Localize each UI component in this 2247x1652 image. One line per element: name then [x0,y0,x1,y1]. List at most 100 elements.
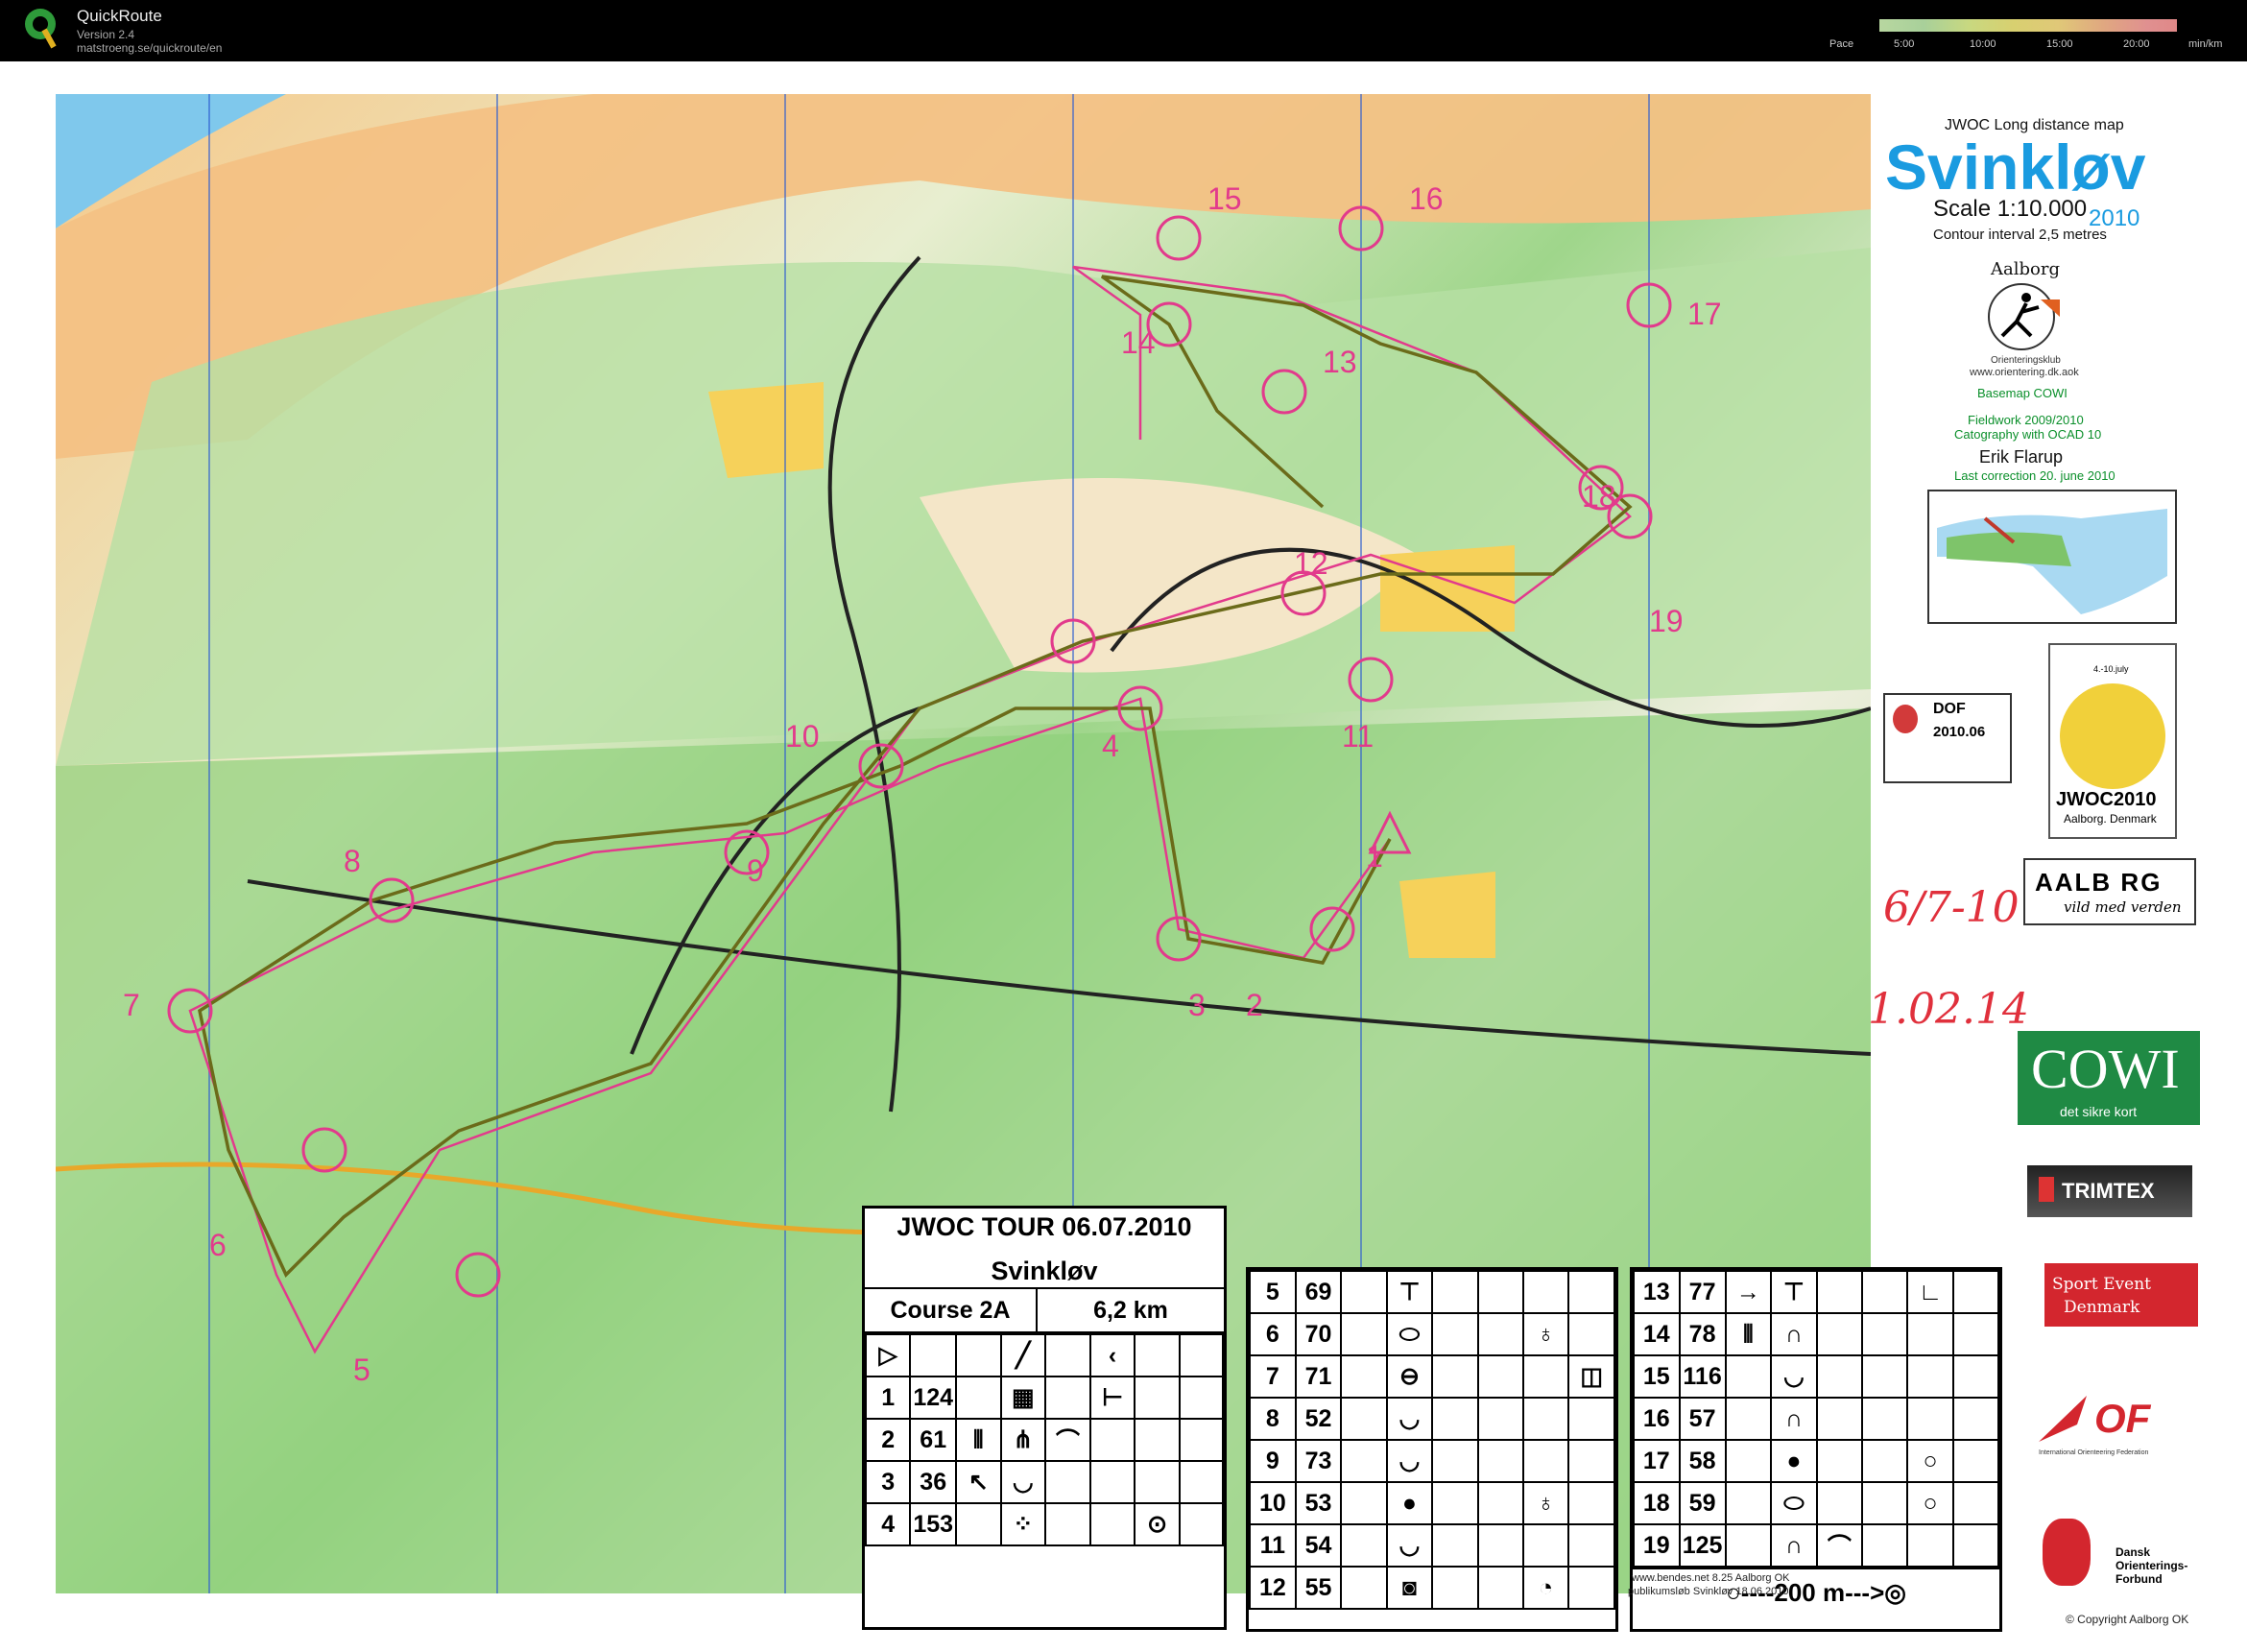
control-seq: 15 [1633,1354,1681,1399]
control-label: 4 [1102,729,1119,763]
iof-swoosh-icon [2039,1396,2087,1442]
course-title-text: JWOC TOUR 06.07.2010 [896,1212,1192,1241]
club-subtitle: Orienteringsklub [1991,355,2061,366]
table-row: 10 53 ● ♁ [1249,1481,1615,1525]
aalborg-name: AALB RG [2035,868,2163,897]
dof-title: DOF [1933,701,1966,717]
control-code: 153 [909,1502,958,1546]
control-seq: 6 [1249,1312,1297,1356]
control-label: 1 [1366,839,1383,874]
control-code: 57 [1678,1397,1727,1441]
table-row: 8 52 ◡ [1249,1397,1615,1441]
control-code: 77 [1678,1270,1727,1314]
club-logo-icon [1988,283,2060,350]
handwritten-date: 6/7-10 [1883,883,2020,932]
top-bar: QuickRoute Version 2.4 matstroeng.se/qui… [0,0,2247,61]
control-label: 17 [1687,297,1722,331]
description-table-a: ▷ ╱ ‹ 1 124 ▦ ⊢ 2 61 ⫴ ⋔ ⌒ 3 36 ↖ ◡ 4 153 ⁘ ⊙ [864,1333,1225,1546]
control-label: 11 [1342,719,1374,754]
control-seq: 13 [1633,1270,1681,1314]
pace-tick: 20:00 [2123,38,2150,50]
control-label: 3 [1188,988,1206,1022]
control-description-sheet-a: JWOC TOUR 06.07.2010 Svinkløv Course 2A … [862,1206,1227,1630]
control-code: 52 [1294,1397,1343,1441]
control-seq: 5 [1249,1270,1297,1314]
start-symbol-icon: ▷ [864,1333,912,1377]
quickroute-logo-icon [25,9,57,49]
jwoc-place: Aalborg. Denmark [2064,812,2157,826]
table-row: 4 153 ⁘ ⊙ [864,1502,1225,1546]
control-seq: 12 [1249,1566,1297,1610]
table-row: 16 57 ∩ [1633,1397,2000,1441]
trimtex-name: TRIMTEX [2062,1179,2155,1203]
table-row: 17 58 ● ○ [1633,1439,2000,1483]
control-seq: 1 [864,1376,912,1420]
course-name: Course 2A [865,1289,1038,1331]
control-label: 6 [209,1228,227,1262]
control-code: 53 [1294,1481,1343,1525]
control-label: 5 [353,1353,371,1387]
sport-event-line1: Sport Event [2052,1275,2151,1294]
course-length: 6,2 km [1093,1296,1168,1324]
control-code: 59 [1678,1481,1727,1525]
control-code: 70 [1294,1312,1343,1356]
iof-text: International Orienteering Federation [2039,1449,2149,1456]
dof-year: 2010.06 [1933,724,1986,740]
app-url[interactable]: matstroeng.se/quickroute/en [77,41,222,55]
control-label: 15 [1207,181,1242,216]
control-label: 13 [1323,345,1357,379]
cowi-tagline: det sikre kort [2060,1104,2138,1119]
table-row: 19 125 ∩ ⌒ [1633,1523,2000,1568]
club-name: Aalborg [1991,259,2060,279]
table-row: 7 71 ⊖ ◫ [1249,1354,1615,1399]
dansk-orienterings-forbund-logo: Dansk Orienterings- Forbund [2043,1519,2187,1595]
control-label: 12 [1294,546,1328,581]
last-correction: Last correction 20. june 2010 [1954,468,2116,483]
cartography-credit: Catography with OCAD 10 [1954,427,2102,442]
copyright: © Copyright Aalborg OK [2066,1613,2189,1626]
map-scale: Scale 1:10.000 [1933,196,2088,222]
table-row: 9 73 ◡ [1249,1439,1615,1483]
inset-locator-map [1927,490,2177,624]
control-label: 9 [747,853,764,888]
control-code: 116 [1678,1354,1727,1399]
basemap-credit: Basemap COWI [1977,386,2068,400]
control-seq: 4 [864,1502,912,1546]
cowi-logo: COWI det sikre kort [2018,1031,2200,1125]
control-code: 71 [1294,1354,1343,1399]
control-label: 8 [344,844,361,878]
control-seq: 19 [1633,1523,1681,1568]
control-seq: 18 [1633,1481,1681,1525]
table-row: 5 69 ⊤ [1249,1270,1615,1314]
club-url: www.orientering.dk.aok [1970,367,2079,378]
map-canvas[interactable]: 1 2 3 4 5 6 7 8 9 10 11 12 13 14 15 16 1… [0,61,2247,1652]
iof-name: OF [2094,1396,2151,1441]
control-code: 125 [1678,1523,1727,1568]
table-row: 12 55 ◙ ◔ [1249,1566,1615,1610]
aalborg-logo: AALB RG vild med verden [2023,858,2196,925]
control-code: 78 [1678,1312,1727,1356]
control-code: 73 [1294,1439,1343,1483]
pace-tick: 5:00 [1894,38,1915,50]
table-row: 6 70 ⬭ ♁ [1249,1312,1615,1356]
control-code: 36 [909,1460,958,1504]
table-row: 18 59 ⬭ ○ [1633,1481,2000,1525]
table-row: 1 124 ▦ ⊢ [864,1376,1225,1420]
control-seq: 3 [864,1460,912,1504]
dof-name-line2: Orienterings- [2116,1559,2188,1572]
description-table-c: 13 77 → ⊤ ∟ 14 78 ⫴ ∩ 15 116 ◡ 16 57 ∩ 17 58 ● ○ 18 59 ⬭… [1633,1270,2000,1568]
fieldwork-credit: Fieldwork 2009/2010 [1968,413,2084,427]
control-label: 7 [123,988,140,1022]
contour-interval: Contour interval 2,5 metres [1933,227,2107,243]
control-code: 69 [1294,1270,1343,1314]
control-seq: 14 [1633,1312,1681,1356]
field-area [1399,872,1495,958]
control-label: 18 [1582,479,1616,514]
field-area [1380,545,1515,632]
table-row: 11 54 ◡ [1249,1523,1615,1568]
cowi-name: COWI [2031,1038,2180,1100]
pace-tick: 15:00 [2046,38,2073,50]
control-code: 58 [1678,1439,1727,1483]
pace-color-scale[interactable] [1879,19,2177,32]
control-seq: 11 [1249,1523,1297,1568]
